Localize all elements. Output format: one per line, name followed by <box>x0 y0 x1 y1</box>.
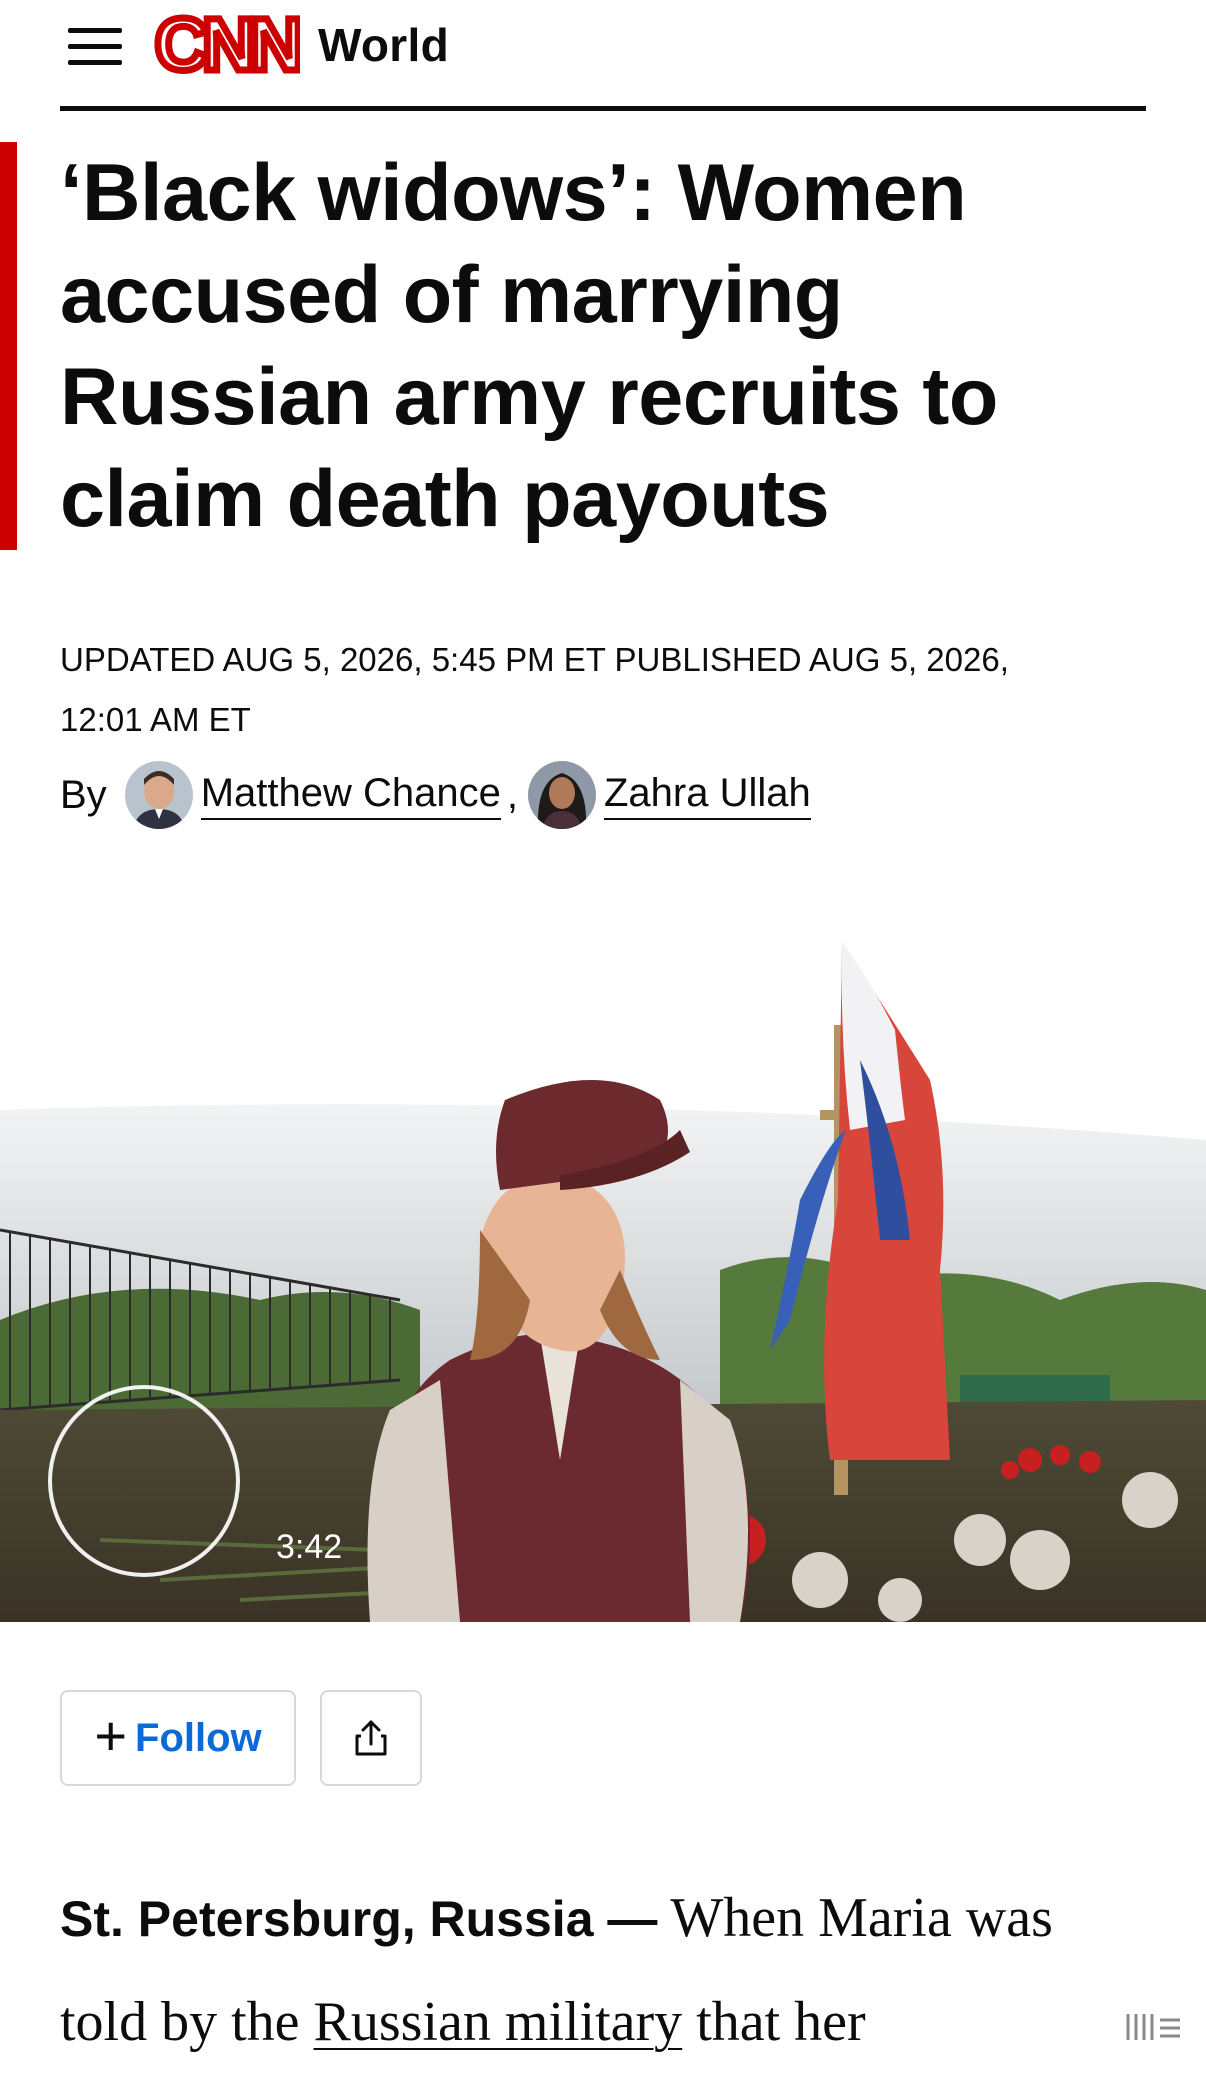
watermark-icon <box>1126 2014 1180 2040</box>
timestamp-line-2: 12:01 AM ET <box>60 701 251 738</box>
video-duration: 3:42 <box>276 1528 343 1566</box>
author-link[interactable]: Matthew Chance <box>200 771 501 820</box>
by-label: By <box>60 772 107 817</box>
site-header: CNN World <box>0 0 1206 112</box>
author-avatar[interactable] <box>527 761 596 829</box>
follow-label: Follow <box>135 1715 262 1760</box>
author-link[interactable]: Zahra Ullah <box>603 771 811 820</box>
share-button[interactable] <box>320 1690 422 1786</box>
headline: ‘Black widows’: Women accused of marryin… <box>60 148 998 544</box>
byline: By Matthew Chance , Zahra Ullah <box>60 760 811 830</box>
hamburger-menu-icon[interactable] <box>68 26 122 66</box>
author-separator: , <box>506 772 518 817</box>
video-player[interactable]: 3:42 <box>0 940 1206 1622</box>
headline-accent-bar <box>0 142 17 550</box>
play-button[interactable] <box>48 1385 240 1577</box>
timestamp-line-1: UPDATED AUG 5, 2026, 5:45 PM ET PUBLISHE… <box>60 641 1009 678</box>
article-page: CNN World ‘Black widows’: Women accused … <box>0 0 1206 2074</box>
timestamp: UPDATED AUG 5, 2026, 5:45 PM ET PUBLISHE… <box>60 630 1160 750</box>
follow-button[interactable]: + Follow <box>60 1690 296 1786</box>
logo-text: CNN <box>155 8 299 84</box>
author-avatar[interactable] <box>124 761 193 829</box>
section-label[interactable]: World <box>318 18 449 72</box>
header-divider <box>60 106 1146 111</box>
author-matthew-chance[interactable]: Matthew Chance <box>124 761 501 829</box>
cnn-logo[interactable]: CNN <box>152 8 300 84</box>
dateline: St. Petersburg, Russia — <box>60 1891 658 1947</box>
inline-link-russian-military[interactable]: Russian military <box>314 1991 683 2053</box>
plus-icon: + <box>94 1704 128 1767</box>
share-icon <box>355 1720 387 1756</box>
article-lede: St. Petersburg, Russia — When Maria was … <box>60 1866 1146 2073</box>
lede-text-end: that her <box>682 1991 866 2053</box>
author-zahra-ullah[interactable]: Zahra Ullah <box>527 761 811 829</box>
